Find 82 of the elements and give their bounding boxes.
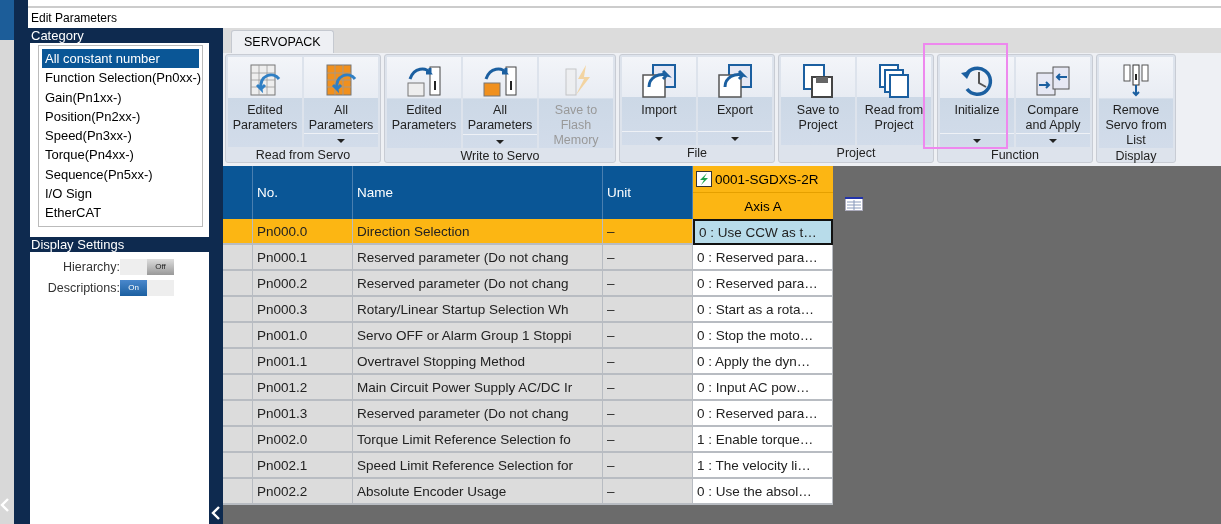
caret-icon xyxy=(973,138,981,143)
section-header: Category xyxy=(30,28,209,43)
ribbon-button[interactable]: All Parameters xyxy=(304,57,378,147)
ribbon-button[interactable]: Compare and Apply xyxy=(1016,57,1090,147)
tab[interactable]: SERVOPACK xyxy=(231,30,334,53)
table-arrow-icon xyxy=(247,63,283,99)
category-item[interactable]: I/O Sign xyxy=(42,184,199,204)
table-arrow-icon xyxy=(323,63,359,99)
caret-icon xyxy=(1049,138,1057,143)
ribbon-button[interactable]: Save to Project xyxy=(781,57,855,145)
device-header[interactable]: 0001-SGDXS-2R xyxy=(693,166,833,193)
ribbon-button[interactable]: Read from Project xyxy=(857,57,931,145)
value-cell[interactable]: 0 : Reserved para… xyxy=(693,271,833,297)
category-item[interactable]: Gain(Pn1xx-) xyxy=(42,87,199,107)
table-row[interactable]: Pn001.0 Servo OFF or Alarm Group 1 Stoppi – 0 : Stop the moto… xyxy=(223,323,833,349)
table-cell: Direction Selection xyxy=(353,219,603,245)
table-row[interactable]: Pn000.2 Reserved parameter (Do not chang – 0 : Reserved para… xyxy=(223,271,833,297)
caret-icon xyxy=(496,139,504,144)
section-header: Display Settings xyxy=(30,236,209,252)
table-cell: Pn002.2 xyxy=(253,479,353,505)
ribbon-button[interactable]: Initialize xyxy=(940,57,1014,147)
caret-icon xyxy=(731,136,739,141)
toggle-switch[interactable]: Off xyxy=(120,258,174,275)
table-row[interactable]: Pn000.0 Direction Selection – 0 : Use CCW as t… xyxy=(223,219,833,245)
value-cell[interactable]: 0 : Reserved para… xyxy=(693,245,833,271)
category-item[interactable]: Function Selection(Pn0xx-) xyxy=(42,68,199,88)
save-icon xyxy=(800,63,836,99)
category-item[interactable]: Position(Pn2xx-) xyxy=(42,106,199,127)
ribbon-button[interactable]: Export xyxy=(698,57,772,145)
value-cell[interactable]: 0 : Input AC pow… xyxy=(693,375,833,401)
value-cell[interactable]: 1 : The velocity li… xyxy=(693,453,833,479)
ribbon-button[interactable]: All Parameters xyxy=(463,57,537,148)
table-row[interactable]: Pn002.1 Speed Limit Reference Selection for – 1 : The velocity li… xyxy=(223,453,833,479)
table-row[interactable]: Pn001.3 Reserved parameter (Do not chang – 0 : Reserved para… xyxy=(223,401,833,427)
table-row[interactable]: Pn002.0 Torque Limit Reference Selection fo – 1 : Enable torque… xyxy=(223,427,833,453)
ribbon-button[interactable]: Import xyxy=(622,57,696,145)
export-icon xyxy=(717,63,753,99)
compare-icon xyxy=(1035,63,1071,99)
table-row[interactable]: Pn002.2 Absolute Encoder Usage – 0 : Use the absol… xyxy=(223,479,833,505)
import-icon xyxy=(641,63,677,99)
value-cell[interactable]: 0 : Start as a rota… xyxy=(693,297,833,323)
category-item[interactable]: Torque(Pn4xx-) xyxy=(42,145,199,165)
axis-header[interactable]: Axis A xyxy=(693,193,833,219)
table-row[interactable]: Pn001.2 Main Circuit Power Supply AC/DC Ir – 0 : Input AC pow… xyxy=(223,375,833,401)
value-cell[interactable]: 0 : Apply the dyn… xyxy=(693,349,833,375)
clock-icon xyxy=(959,63,995,99)
category-item[interactable]: Speed(Pn3xx-) xyxy=(42,126,199,146)
caret-icon xyxy=(337,138,345,143)
window-title: Edit Parameters xyxy=(31,11,118,25)
value-cell[interactable]: 1 : Enable torque… xyxy=(693,427,833,453)
ribbon-button[interactable]: Edited Parameters xyxy=(387,57,461,148)
ribbon-group: Import Export File xyxy=(619,54,775,163)
value-cell[interactable]: 0 : Reserved para… xyxy=(693,401,833,427)
table-arrow-icon xyxy=(406,63,442,99)
toggle-label: Descriptions: xyxy=(46,280,120,295)
table-row[interactable]: Pn001.1 Overtravel Stopping Method – 0 : Apply the dyn… xyxy=(223,349,833,375)
value-cell[interactable]: 0 : Use CCW as t… xyxy=(693,219,833,245)
toggle-switch[interactable]: On xyxy=(120,279,174,296)
table-row[interactable]: Pn000.1 Reserved parameter (Do not chang – 0 : Reserved para… xyxy=(223,245,833,271)
toggle-label: Hierarchy: xyxy=(62,259,120,274)
caret-icon xyxy=(655,136,663,141)
value-cell[interactable]: 0 : Use the absol… xyxy=(693,479,833,505)
ribbon-group: Remove Servo from List Display xyxy=(1096,54,1176,163)
table-arrow-icon xyxy=(482,63,518,99)
ribbon-group: Save to Project Read from Project Project xyxy=(778,54,934,163)
lightning-icon xyxy=(696,171,712,187)
table-icon[interactable] xyxy=(845,197,863,211)
panel-header-block xyxy=(0,0,14,40)
value-cell[interactable]: 0 : Stop the moto… xyxy=(693,323,833,349)
ribbon-group: Edited Parameters All Parameters Read from Servo xyxy=(225,54,381,163)
table-row[interactable]: Pn000.3 Rotary/Linear Startup Selection Wh – 0 : Start as a rota… xyxy=(223,297,833,323)
table-cell: Pn000.0 xyxy=(253,219,353,245)
ribbon-button[interactable]: Edited Parameters xyxy=(228,57,302,147)
chevron-left-icon[interactable] xyxy=(211,506,221,520)
ribbon-group: Edited Parameters All Parameters Save to Flash Memory Write to Servo xyxy=(384,54,616,163)
ribbon-button[interactable]: Remove Servo from List xyxy=(1099,57,1173,148)
category-item[interactable]: EtherCAT xyxy=(42,203,199,223)
pages-icon xyxy=(876,63,912,99)
category-item[interactable]: Sequence(Pn5xx-) xyxy=(42,164,199,185)
category-item[interactable]: All constant number xyxy=(42,49,199,69)
table-cell: Absolute Encoder Usage xyxy=(353,479,603,505)
table-cell: – xyxy=(603,219,693,245)
